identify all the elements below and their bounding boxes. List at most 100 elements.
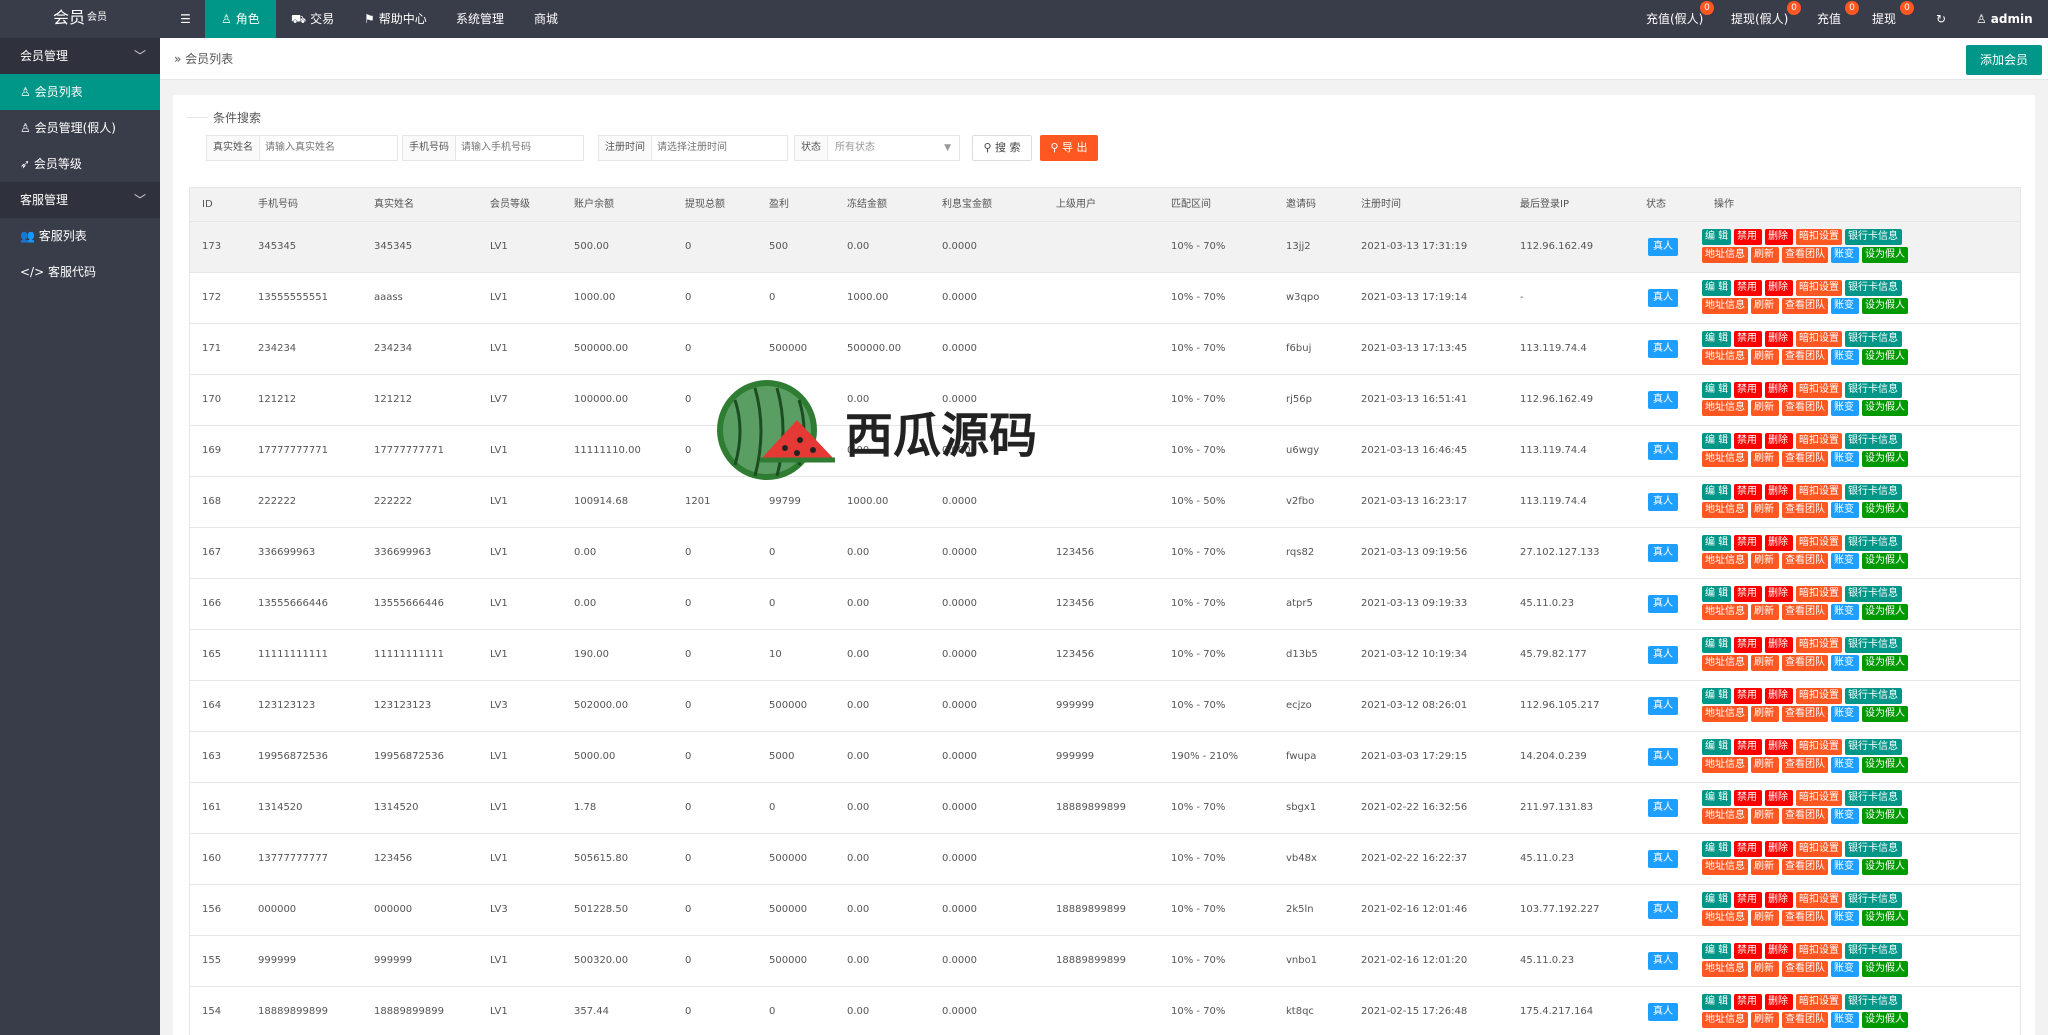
status-badge[interactable]: 真人 bbox=[1648, 748, 1678, 766]
action-button[interactable]: 刷新 bbox=[1751, 961, 1779, 977]
action-button[interactable]: 暗扣设置 bbox=[1796, 535, 1842, 551]
action-button[interactable]: 账变 bbox=[1831, 757, 1859, 773]
action-button[interactable]: 删除 bbox=[1765, 433, 1793, 449]
action-button[interactable]: 银行卡信息 bbox=[1845, 994, 1902, 1010]
action-button[interactable]: 禁用 bbox=[1734, 688, 1762, 704]
action-button[interactable]: 禁用 bbox=[1734, 382, 1762, 398]
table-row[interactable]: 170 121212 121212 LV7 100000.00 0 0.00 0.0000 10… bbox=[189, 375, 2021, 426]
status-badge[interactable]: 真人 bbox=[1648, 493, 1678, 511]
user-menu[interactable]: ♙ admin bbox=[1964, 0, 2045, 38]
action-button[interactable]: 刷新 bbox=[1751, 757, 1779, 773]
action-button[interactable]: 编 辑 bbox=[1702, 790, 1731, 806]
status-badge[interactable]: 真人 bbox=[1648, 1003, 1678, 1021]
action-button[interactable]: 刷新 bbox=[1751, 808, 1779, 824]
table-row[interactable]: 165 11111111111 11111111111 LV1 190.00 0 10 0.0… bbox=[189, 630, 2021, 681]
action-button[interactable]: 地址信息 bbox=[1702, 400, 1748, 416]
action-button[interactable]: 设为假人 bbox=[1862, 808, 1908, 824]
action-button[interactable]: 禁用 bbox=[1734, 739, 1762, 755]
action-button[interactable]: 暗扣设置 bbox=[1796, 841, 1842, 857]
action-button[interactable]: 查看团队 bbox=[1782, 400, 1828, 416]
action-button[interactable]: 设为假人 bbox=[1862, 502, 1908, 518]
action-button[interactable]: 删除 bbox=[1765, 535, 1793, 551]
action-button[interactable]: 删除 bbox=[1765, 790, 1793, 806]
search-button[interactable]: ⚲ 搜 索 bbox=[972, 135, 1032, 161]
action-button[interactable]: 设为假人 bbox=[1862, 400, 1908, 416]
action-button[interactable]: 地址信息 bbox=[1702, 706, 1748, 722]
action-button[interactable]: 删除 bbox=[1765, 688, 1793, 704]
table-row[interactable]: 173 345345 345345 LV1 500.00 0 500 0.00 0.0000 10… bbox=[189, 222, 2021, 273]
action-button[interactable]: 地址信息 bbox=[1702, 553, 1748, 569]
status-badge[interactable]: 真人 bbox=[1648, 799, 1678, 817]
action-button[interactable]: 账变 bbox=[1831, 910, 1859, 926]
table-row[interactable]: 169 17777777771 17777777771 LV1 11111110.00 0… bbox=[189, 426, 2021, 477]
action-button[interactable]: 暗扣设置 bbox=[1796, 892, 1842, 908]
action-button[interactable]: 暗扣设置 bbox=[1796, 688, 1842, 704]
action-button[interactable]: 设为假人 bbox=[1862, 706, 1908, 722]
table-row[interactable]: 154 18889899899 18889899899 LV1 357.44 0 0 0.00… bbox=[189, 987, 2021, 1035]
action-button[interactable]: 银行卡信息 bbox=[1845, 484, 1902, 500]
action-button[interactable]: 刷新 bbox=[1751, 706, 1779, 722]
action-button[interactable]: 刷新 bbox=[1751, 247, 1779, 263]
action-button[interactable]: 暗扣设置 bbox=[1796, 382, 1842, 398]
status-badge[interactable]: 真人 bbox=[1648, 544, 1678, 562]
action-button[interactable]: 刷新 bbox=[1751, 1012, 1779, 1028]
nav-mall[interactable]: 商城 bbox=[522, 0, 570, 38]
status-badge[interactable]: 真人 bbox=[1648, 340, 1678, 358]
status-badge[interactable]: 真人 bbox=[1648, 391, 1678, 409]
action-button[interactable]: 删除 bbox=[1765, 943, 1793, 959]
action-button[interactable]: 暗扣设置 bbox=[1796, 739, 1842, 755]
action-button[interactable]: 设为假人 bbox=[1862, 757, 1908, 773]
table-row[interactable]: 160 13777777777 123456 LV1 505615.80 0 500000 0… bbox=[189, 834, 2021, 885]
action-button[interactable]: 银行卡信息 bbox=[1845, 790, 1902, 806]
action-button[interactable]: 刷新 bbox=[1751, 910, 1779, 926]
action-button[interactable]: 删除 bbox=[1765, 484, 1793, 500]
action-button[interactable]: 暗扣设置 bbox=[1796, 229, 1842, 245]
action-button[interactable]: 刷新 bbox=[1751, 604, 1779, 620]
action-button[interactable]: 暗扣设置 bbox=[1796, 943, 1842, 959]
action-button[interactable]: 编 辑 bbox=[1702, 841, 1731, 857]
action-button[interactable]: 删除 bbox=[1765, 994, 1793, 1010]
action-button[interactable]: 设为假人 bbox=[1862, 859, 1908, 875]
action-button[interactable]: 刷新 bbox=[1751, 553, 1779, 569]
breadcrumb-current[interactable]: 会员列表 bbox=[185, 52, 233, 66]
status-badge[interactable]: 真人 bbox=[1648, 952, 1678, 970]
action-button[interactable]: 银行卡信息 bbox=[1845, 637, 1902, 653]
action-button[interactable]: 刷新 bbox=[1751, 400, 1779, 416]
action-button[interactable]: 银行卡信息 bbox=[1845, 739, 1902, 755]
action-button[interactable]: 设为假人 bbox=[1862, 451, 1908, 467]
action-button[interactable]: 账变 bbox=[1831, 706, 1859, 722]
action-button[interactable]: 禁用 bbox=[1734, 280, 1762, 296]
nav-help[interactable]: ⚑ 帮助中心 bbox=[352, 0, 439, 38]
action-button[interactable]: 刷新 bbox=[1751, 859, 1779, 875]
action-button[interactable]: 刷新 bbox=[1751, 502, 1779, 518]
action-button[interactable]: 银行卡信息 bbox=[1845, 280, 1902, 296]
action-button[interactable]: 禁用 bbox=[1734, 943, 1762, 959]
action-button[interactable]: 银行卡信息 bbox=[1845, 841, 1902, 857]
action-button[interactable]: 删除 bbox=[1765, 382, 1793, 398]
status-badge[interactable]: 真人 bbox=[1648, 442, 1678, 460]
action-button[interactable]: 刷新 bbox=[1751, 451, 1779, 467]
action-button[interactable]: 查看团队 bbox=[1782, 859, 1828, 875]
action-button[interactable]: 暗扣设置 bbox=[1796, 280, 1842, 296]
nav-trade[interactable]: ⛟ 交易 bbox=[279, 0, 346, 38]
action-button[interactable]: 地址信息 bbox=[1702, 298, 1748, 314]
action-button[interactable]: 账变 bbox=[1831, 961, 1859, 977]
realname-input[interactable] bbox=[265, 136, 395, 160]
status-badge[interactable]: 真人 bbox=[1648, 697, 1678, 715]
action-button[interactable]: 暗扣设置 bbox=[1796, 331, 1842, 347]
action-button[interactable]: 地址信息 bbox=[1702, 451, 1748, 467]
action-button[interactable]: 删除 bbox=[1765, 586, 1793, 602]
action-button[interactable]: 删除 bbox=[1765, 280, 1793, 296]
action-button[interactable]: 查看团队 bbox=[1782, 706, 1828, 722]
sidebar-group-members[interactable]: 会员管理 ﹀ bbox=[0, 38, 160, 74]
table-row[interactable]: 161 1314520 1314520 LV1 1.78 0 0 0.00 0.0000 1888… bbox=[189, 783, 2021, 834]
table-row[interactable]: 166 13555666446 13555666446 LV1 0.00 0 0 0.00 0.… bbox=[189, 579, 2021, 630]
action-button[interactable]: 编 辑 bbox=[1702, 994, 1731, 1010]
status-badge[interactable]: 真人 bbox=[1648, 901, 1678, 919]
action-button[interactable]: 刷新 bbox=[1751, 349, 1779, 365]
action-button[interactable]: 禁用 bbox=[1734, 841, 1762, 857]
action-button[interactable]: 账变 bbox=[1831, 400, 1859, 416]
action-button[interactable]: 账变 bbox=[1831, 859, 1859, 875]
status-badge[interactable]: 真人 bbox=[1648, 646, 1678, 664]
action-button[interactable]: 查看团队 bbox=[1782, 502, 1828, 518]
